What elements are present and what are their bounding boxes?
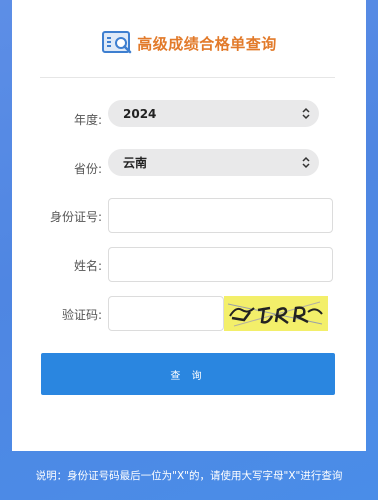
footer-note: 说明：身份证号码最后一位为"X"的，请使用大写字母"X"进行查询 (35, 470, 343, 482)
id-number-input[interactable] (108, 198, 333, 233)
page-header: 高级成绩合格单查询 (12, 28, 366, 58)
captcha-label: 验证码: (61, 308, 102, 322)
province-label: 省份: (73, 162, 102, 176)
id-number-label: 身份证号: (49, 210, 102, 224)
name-input[interactable] (108, 247, 333, 282)
search-document-icon (102, 31, 132, 54)
year-select-value: 2024 (123, 106, 157, 121)
query-card: 高级成绩合格单查询 年度: 2024 省份: 云南 身份证号: 姓名: 验证码: (12, 0, 366, 451)
name-label: 姓名: (73, 259, 102, 273)
year-select[interactable]: 2024 (108, 100, 319, 127)
captcha-image[interactable] (224, 296, 328, 331)
query-button[interactable]: 查 询 (41, 353, 335, 395)
captcha-input[interactable] (108, 296, 224, 331)
province-select[interactable]: 云南 (108, 149, 319, 176)
chevron-updown-icon (302, 156, 310, 169)
header-divider (40, 77, 335, 78)
chevron-updown-icon (302, 107, 310, 120)
province-select-value: 云南 (123, 156, 148, 170)
page-title: 高级成绩合格单查询 (137, 34, 277, 53)
year-label: 年度: (73, 113, 102, 127)
